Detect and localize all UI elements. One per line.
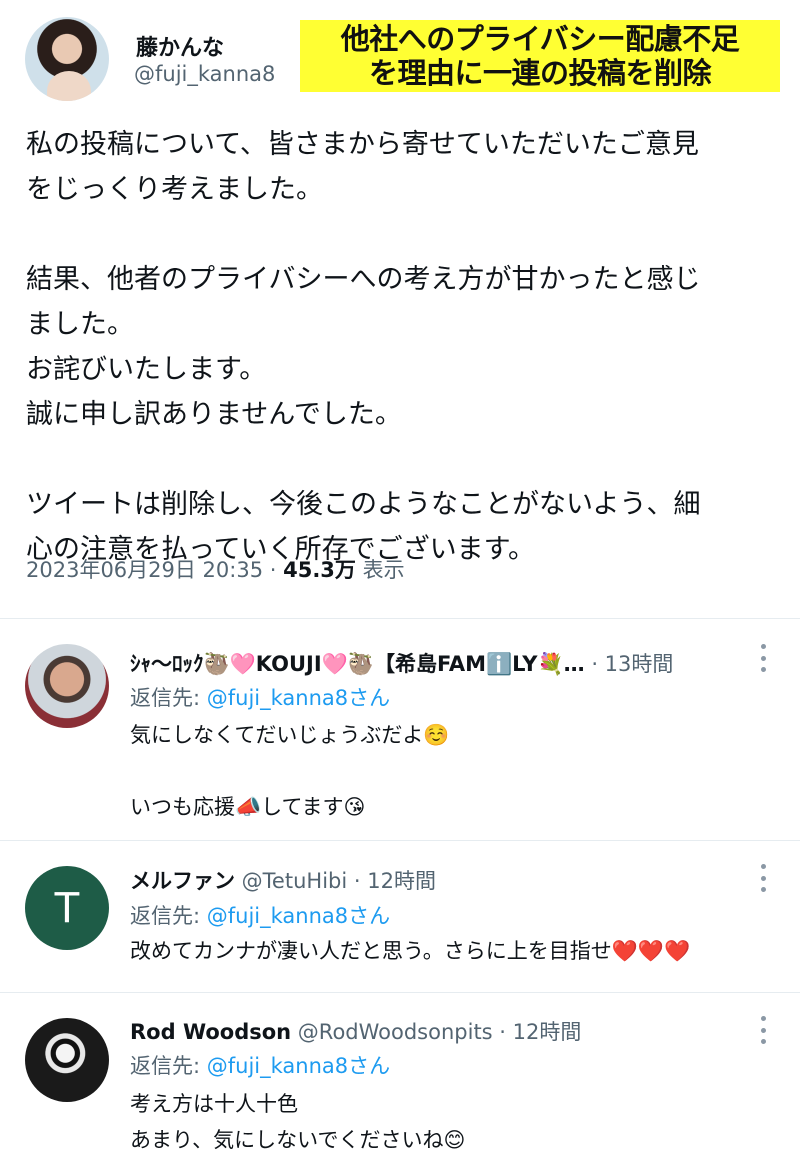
reply-time[interactable]: · 12時間 xyxy=(347,869,436,893)
reply-to-mention[interactable]: @fuji_kanna8さん xyxy=(207,904,390,928)
reply-item[interactable]: ｼｬ〜ﾛｯｸ🦥🩷KOUJI🩷🦥【希島FAMℹ️LY💐… · 13時間 返信先: … xyxy=(0,618,800,840)
reply-item[interactable]: Rod Woodson @RodWoodsonpits · 12時間 返信先: … xyxy=(0,992,800,1161)
reply-to-prefix: 返信先: xyxy=(130,1054,207,1078)
more-options-icon[interactable] xyxy=(758,864,768,892)
news-overlay-caption: 他社へのプライバシー配慮不足 を理由に一連の投稿を削除 xyxy=(300,20,780,92)
reply-handle[interactable]: @RodWoodsonpits xyxy=(291,1020,493,1044)
reply-to-line: 返信先: @fuji_kanna8さん xyxy=(130,1050,390,1080)
reply-display-name[interactable]: メルファン xyxy=(130,869,235,893)
tweet-body-line: ツイートは削除し、今後このようなことがないよう、細 xyxy=(26,489,701,520)
reply-handle[interactable]: @TetuHibi xyxy=(235,869,348,893)
view-label: 表示 xyxy=(355,558,405,582)
reply-header: メルファン @TetuHibi · 12時間 xyxy=(130,865,436,895)
tweet-body-line: 誠に申し訳ありませんでした。 xyxy=(26,399,402,430)
reply-to-prefix: 返信先: xyxy=(130,904,207,928)
overlay-caption-line: 他社へのプライバシー配慮不足 xyxy=(340,22,740,56)
reply-display-name[interactable]: ｼｬ〜ﾛｯｸ🦥🩷KOUJI🩷🦥【希島FAMℹ️LY💐… xyxy=(130,652,585,676)
reply-to-mention[interactable]: @fuji_kanna8さん xyxy=(207,686,390,710)
skull-pirate-avatar[interactable] xyxy=(25,1018,109,1102)
tweet-body-line: をじっくり考えました。 xyxy=(26,174,323,205)
tweet-body-line: ました。 xyxy=(26,309,134,340)
tweet-meta: 2023年06月29日 20:35 · 45.3万 表示 xyxy=(26,554,405,584)
reply-time[interactable]: · 12時間 xyxy=(493,1020,581,1044)
reply-to-line: 返信先: @fuji_kanna8さん xyxy=(130,682,390,712)
tweet-body: 私の投稿について、皆さまから寄せていただいたご意見 をじっくり考えました。 結果… xyxy=(26,122,776,572)
person-photo-avatar[interactable] xyxy=(25,644,109,728)
author-display-name[interactable]: 藤かんな xyxy=(136,30,224,62)
more-options-icon[interactable] xyxy=(758,1016,768,1044)
reply-to-mention[interactable]: @fuji_kanna8さん xyxy=(207,1054,390,1078)
author-avatar[interactable] xyxy=(25,17,109,101)
tweet-body-line: 私の投稿について、皆さまから寄せていただいたご意見 xyxy=(26,129,699,160)
reply-text: 気にしなくてだいじょうぶだよ☺️ いつも応援📣してます😘 xyxy=(130,723,450,819)
more-options-icon[interactable] xyxy=(758,644,768,672)
reply-to-line: 返信先: @fuji_kanna8さん xyxy=(130,900,390,930)
reply-header: Rod Woodson @RodWoodsonpits · 12時間 xyxy=(130,1016,581,1046)
overlay-caption-line: を理由に一連の投稿を削除 xyxy=(368,56,712,90)
reply-header: ｼｬ〜ﾛｯｸ🦥🩷KOUJI🩷🦥【希島FAMℹ️LY💐… · 13時間 xyxy=(130,648,673,678)
author-handle[interactable]: @fuji_kanna8 xyxy=(134,62,275,86)
reply-item[interactable]: T メルファン @TetuHibi · 12時間 返信先: @fuji_kann… xyxy=(0,840,800,992)
tweet-body-line: 結果、他者のプライバシーへの考え方が甘かったと感じ xyxy=(26,264,701,295)
reply-to-prefix: 返信先: xyxy=(130,686,207,710)
main-tweet: 藤かんな @fuji_kanna8 他社へのプライバシー配慮不足 を理由に一連の… xyxy=(0,0,800,620)
tweet-timestamp[interactable]: 2023年06月29日 20:35 · xyxy=(26,558,283,582)
reply-display-name[interactable]: Rod Woodson xyxy=(130,1020,291,1044)
letter-avatar[interactable]: T xyxy=(25,866,109,950)
reply-time[interactable]: · 13時間 xyxy=(585,652,673,676)
tweet-body-line: お詫びいたします。 xyxy=(26,354,267,385)
reply-text: 改めてカンナが凄い人だと思う。さらに上を目指せ❤️❤️❤️ xyxy=(130,939,691,963)
reply-text: 考え方は十人十色 あまり、気にしないでくださいね😊 xyxy=(130,1092,466,1152)
view-count[interactable]: 45.3万 xyxy=(283,558,356,582)
